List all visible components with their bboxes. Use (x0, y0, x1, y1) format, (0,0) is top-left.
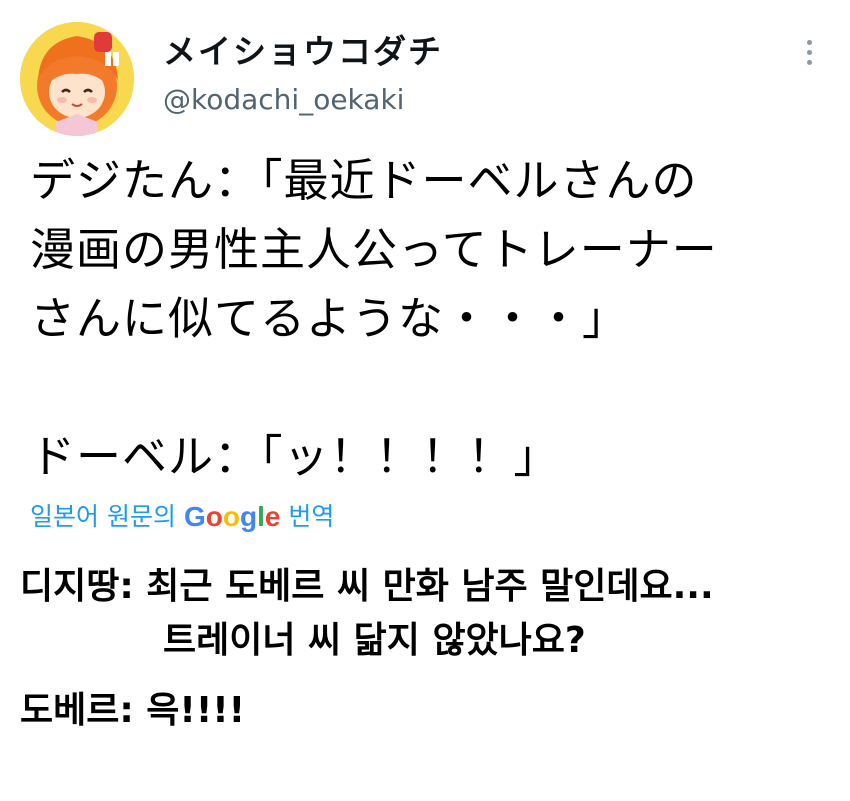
anime-avatar-icon (20, 22, 134, 136)
tweet-body: デジたん：「最近ドーベルさんの 漫画の男性主人公ってトレーナー さんに似てるよう… (30, 146, 830, 491)
tweet-text-line: 漫画の男性主人公ってトレーナー (30, 223, 718, 276)
translate-prefix: 일본어 원문의 (30, 502, 176, 531)
more-vertical-icon-dot (806, 60, 812, 65)
google-logo: Google (183, 501, 281, 532)
translation-line: 도베르: 윽!!!! (20, 690, 246, 731)
avatar[interactable] (20, 22, 134, 136)
translate-suffix: 번역 (288, 502, 335, 531)
translated-text: 디지땅: 최근 도베르 씨 만화 남주 말인데요... 트레이너 씨 닮지 않았… (20, 560, 830, 738)
tweet-header: メイショウコダチ @kodachi_oekaki (20, 22, 830, 137)
display-name[interactable]: メイショウコダチ (163, 30, 443, 74)
more-vertical-icon-dot (806, 50, 812, 55)
tweet-text-line: さんに似てるような・・・」 (30, 292, 629, 345)
user-handle[interactable]: @kodachi_oekaki (163, 80, 443, 120)
translation-line: 트레이너 씨 닮지 않았나요? (163, 620, 586, 661)
tweet-text-line: ドーベル：「ッ！！！！」 (30, 430, 560, 483)
more-options-button[interactable] (802, 40, 816, 74)
user-info: メイショウコダチ @kodachi_oekaki (163, 30, 443, 120)
tweet-text-line: デジたん：「最近ドーベルさんの (30, 154, 698, 207)
translation-line: 디지땅: 최근 도베르 씨 만화 남주 말인데요... (20, 566, 714, 607)
translate-link[interactable]: 일본어 원문의 Google 번역 (30, 499, 334, 535)
more-vertical-icon (806, 40, 812, 45)
